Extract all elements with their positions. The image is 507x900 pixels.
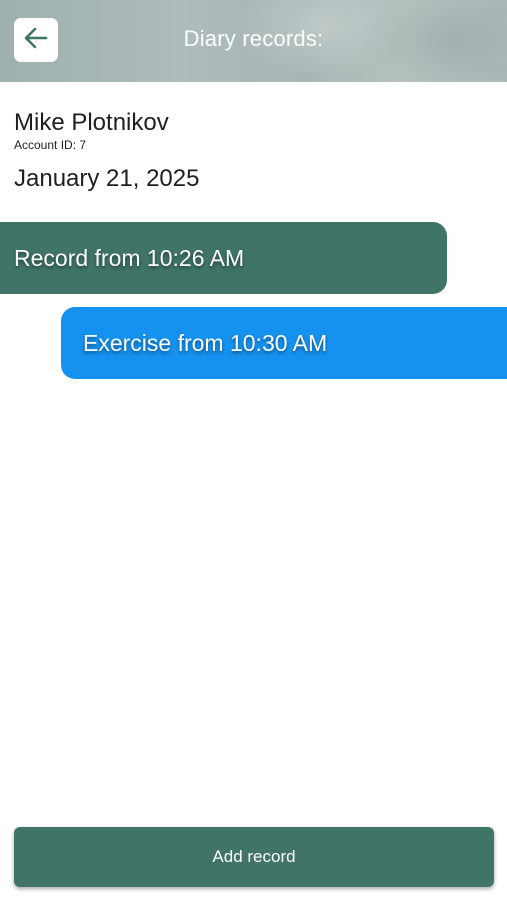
exercise-entry-label: Exercise from 10:30 AM xyxy=(83,329,328,356)
page-title: Diary records: xyxy=(183,26,324,51)
record-entry-label: Record from 10:26 AM xyxy=(14,244,245,271)
diary-records-screen: Diary records: Mike Plotnikov Account ID… xyxy=(0,0,507,900)
record-entry[interactable]: Record from 10:26 AM xyxy=(0,222,447,294)
exercise-entry[interactable]: Exercise from 10:30 AM xyxy=(61,307,507,379)
account-id: Account ID: 7 xyxy=(14,138,87,152)
header-bar: Diary records: xyxy=(0,0,507,82)
diary-date: January 21, 2025 xyxy=(14,165,200,192)
add-record-button[interactable]: Add record xyxy=(14,827,494,887)
user-name: Mike Plotnikov xyxy=(14,109,169,136)
